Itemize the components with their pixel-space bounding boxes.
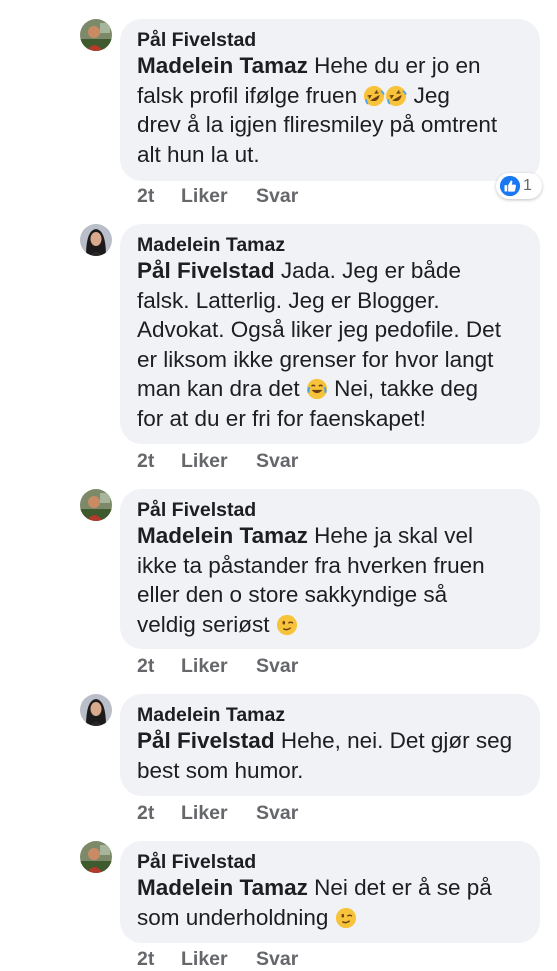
comment-line: falsk profil ifølge fruen <box>137 82 358 108</box>
mention-link[interactable]: Madelein Tamaz <box>137 53 308 78</box>
reply-button[interactable]: Svar <box>256 184 298 208</box>
reply-button[interactable]: Svar <box>256 801 298 825</box>
comment-line: Jeg <box>413 82 450 108</box>
comment-line: falsk. Latterlig. Jeg er Blogger. <box>137 287 440 313</box>
comment-line: Advokat. Også liker jeg pedofile. Det <box>137 317 501 343</box>
rofl-emoji <box>363 85 385 107</box>
timestamp[interactable]: 2t <box>137 184 154 208</box>
comment-text: Madelein Tamaz Hehe du er jo en falsk pr… <box>137 51 524 169</box>
reaction-count: 1 <box>523 177 532 194</box>
comment-line: veldig seriøst <box>137 611 270 637</box>
comment-line: Hehe ja skal vel <box>314 523 473 548</box>
comment-line: Jada. Jeg er både <box>280 258 461 283</box>
comment-text: Pål Fivelstad Hehe, nei. Det gjør seg be… <box>137 726 524 785</box>
comment-text: Pål Fivelstad Jada. Jeg er både falsk. L… <box>137 256 524 434</box>
comment-author[interactable]: Pål Fivelstad <box>137 851 524 873</box>
mention-link[interactable]: Madelein Tamaz <box>137 875 308 900</box>
timestamp[interactable]: 2t <box>137 947 154 971</box>
mention-link[interactable]: Pål Fivelstad <box>137 728 275 753</box>
like-button[interactable]: Liker <box>181 184 228 208</box>
comment-line: drev å la igjen fliresmiley på omtrent <box>137 112 498 138</box>
comment-line: for at du er fri for faenskapet! <box>137 405 426 431</box>
comment-text: Madelein Tamaz Hehe ja skal vel ikke ta … <box>137 521 524 639</box>
comment-line: Nei det er å se på <box>314 875 492 900</box>
reaction-badge[interactable]: 1 <box>496 173 542 199</box>
mention-link[interactable]: Madelein Tamaz <box>137 523 308 548</box>
like-button[interactable]: Liker <box>181 801 228 825</box>
avatar-pal[interactable] <box>80 841 112 873</box>
comment-line: best som humor. <box>137 757 304 783</box>
comment-line: alt hun la ut. <box>137 141 260 167</box>
comment-line: man kan dra det <box>137 376 300 402</box>
like-button[interactable]: Liker <box>181 654 228 678</box>
wink-emoji <box>335 907 357 929</box>
like-reaction-icon <box>499 175 521 197</box>
comment-author[interactable]: Madelein Tamaz <box>137 234 524 256</box>
timestamp[interactable]: 2t <box>137 654 154 678</box>
mention-link[interactable]: Pål Fivelstad <box>137 258 275 283</box>
comment-line: ikke ta påstander fra hverken fruen <box>137 552 485 578</box>
comment-line: Hehe du er jo en <box>314 53 481 78</box>
rofl-emoji <box>385 85 407 107</box>
comment-bubble: Madelein Tamaz Pål Fivelstad Jada. Jeg e… <box>120 224 540 444</box>
comment-line: Hehe, nei. Det gjør seg <box>280 728 513 753</box>
reply-button[interactable]: Svar <box>256 947 298 971</box>
comment-author[interactable]: Madelein Tamaz <box>137 704 524 726</box>
reply-button[interactable]: Svar <box>256 449 298 473</box>
wink-emoji <box>276 614 298 636</box>
avatar-madelein[interactable] <box>80 224 112 256</box>
like-button[interactable]: Liker <box>181 947 228 971</box>
comment-bubble: Pål Fivelstad Madelein Tamaz Hehe du er … <box>120 19 540 181</box>
comment-bubble: Madelein Tamaz Pål Fivelstad Hehe, nei. … <box>120 694 540 796</box>
comment-text: Madelein Tamaz Nei det er å se på som un… <box>137 873 524 932</box>
comment-author[interactable]: Pål Fivelstad <box>137 29 524 51</box>
reply-button[interactable]: Svar <box>256 654 298 678</box>
like-button[interactable]: Liker <box>181 449 228 473</box>
avatar-madelein[interactable] <box>80 694 112 726</box>
comment-bubble: Pål Fivelstad Madelein Tamaz Hehe ja ska… <box>120 489 540 649</box>
timestamp[interactable]: 2t <box>137 449 154 473</box>
avatar-pal[interactable] <box>80 19 112 51</box>
timestamp[interactable]: 2t <box>137 801 154 825</box>
avatar-pal[interactable] <box>80 489 112 521</box>
comment-line: Nei, takke deg <box>334 376 478 402</box>
comment-line: er liksom ikke grenser for hvor langt <box>137 346 494 372</box>
comment-line: som underholdning <box>137 904 329 930</box>
tears-of-joy-emoji <box>306 378 328 400</box>
comment-author[interactable]: Pål Fivelstad <box>137 499 524 521</box>
comment-bubble: Pål Fivelstad Madelein Tamaz Nei det er … <box>120 841 540 943</box>
comment-line: eller den o store sakkyndige så <box>137 582 448 608</box>
